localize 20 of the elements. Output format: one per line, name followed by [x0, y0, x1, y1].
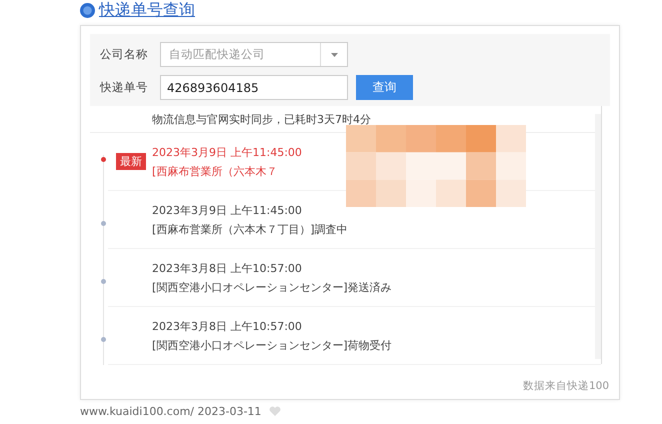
event-detail: [関西空港小口オペレーションセンター]発送済み — [152, 280, 392, 294]
field-label: 快递单号 — [100, 80, 148, 95]
footer-text: www.kuaidi100.com/ 2023-03-11 — [80, 405, 262, 418]
field-label: 公司名称 — [100, 47, 148, 62]
caret-icon — [330, 52, 338, 56]
event-time: 2023年3月8日 上午10:57:00 — [152, 260, 303, 276]
latest-badge: 最新 — [116, 153, 146, 170]
event-time: 2023年3月9日 上午11:45:00 — [152, 144, 302, 160]
event-detail: [西麻布営業所（六本木７ — [152, 164, 278, 178]
event-detail: [西麻布営業所（六本木７丁目）]調査中 — [152, 222, 348, 236]
data-source-note: 数据来自快递100 — [522, 379, 609, 393]
event-time: 2023年3月8日 上午10:57:00 — [152, 318, 303, 334]
tracking-number-field[interactable]: 426893604185 — [160, 75, 348, 100]
event-detail: [関西空港小口オペレーションセンター]荷物受付 — [152, 338, 392, 352]
logo-icon — [80, 2, 95, 18]
event-time: 2023年3月9日 上午11:45:00 — [152, 202, 303, 218]
company-dropdown[interactable]: 自动匹配快递公司 — [160, 42, 348, 67]
heart-icon — [269, 406, 282, 417]
page-title-link[interactable]: 快递单号查询 — [99, 0, 195, 20]
query-button[interactable]: 查询 — [356, 75, 413, 100]
